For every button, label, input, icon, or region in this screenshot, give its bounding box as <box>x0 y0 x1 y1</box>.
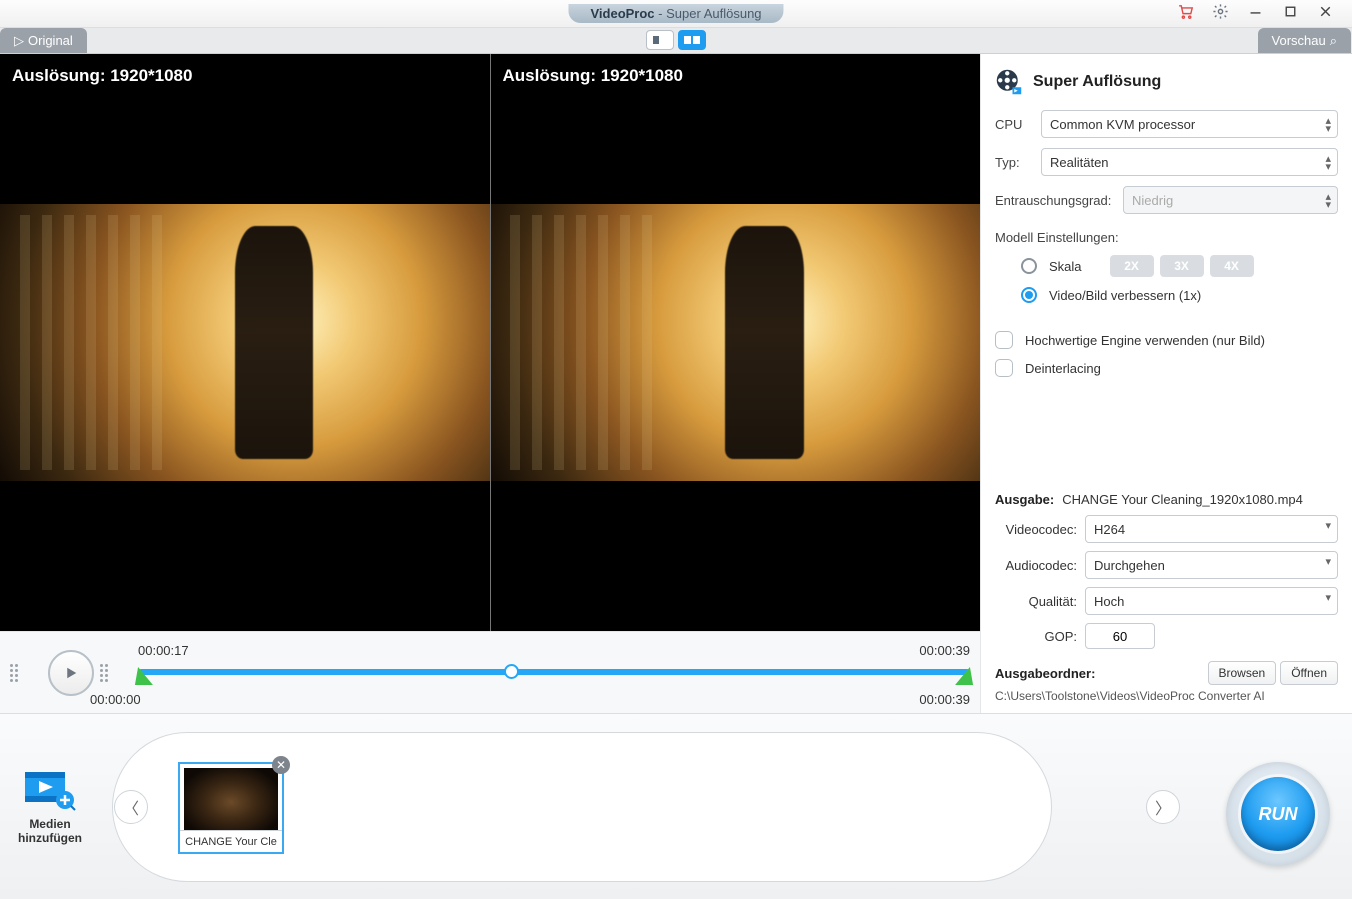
time-end: 00:00:39 <box>919 692 970 707</box>
enhance-label: Video/Bild verbessern (1x) <box>1049 288 1201 303</box>
deinterlace-row[interactable]: Deinterlacing <box>995 359 1338 377</box>
preview-area: Auslösung: 1920*1080 Auslösung: 1920*108… <box>0 54 980 713</box>
acodec-select[interactable]: Durchgehen▾ <box>1085 551 1338 579</box>
quality-label: Qualität: <box>995 594 1077 609</box>
tab-preview[interactable]: Vorschau ⌕ <box>1258 28 1351 53</box>
chevron-down-icon: ▾ <box>1325 558 1331 566</box>
media-strip: Medienhinzufügen 〈 ✕ CHANGE Your Cle 〉 R… <box>0 713 1352 899</box>
timeline[interactable]: 00:00:1700:00:39 00:00:0000:00:39 <box>138 643 970 703</box>
add-media-label: Medienhinzufügen <box>18 818 82 846</box>
chevron-updown-icon: ▴▾ <box>1325 155 1331 171</box>
window-subtitle: - Super Auflösung <box>658 6 761 21</box>
checkbox-hq-engine[interactable] <box>995 331 1013 349</box>
main-area: Auslösung: 1920*1080 Auslösung: 1920*108… <box>0 54 1352 713</box>
folder-label: Ausgabeordner: <box>995 666 1095 681</box>
resolution-label-left: Auslösung: 1920*1080 <box>12 66 192 86</box>
tab-preview-label: Vorschau <box>1272 33 1326 48</box>
tab-original[interactable]: ▷ Original <box>0 28 87 53</box>
chevron-updown-icon: ▴▾ <box>1325 193 1331 209</box>
minimize-button[interactable] <box>1247 3 1264 25</box>
radio-enhance[interactable] <box>1021 287 1037 303</box>
radio-scale-row[interactable]: Skala 2X 3X 4X <box>1021 255 1338 277</box>
maximize-button[interactable] <box>1282 3 1299 25</box>
window-title: VideoProc - Super Auflösung <box>568 4 783 23</box>
time-current: 00:00:17 <box>138 643 189 658</box>
type-select[interactable]: Realitäten▴▾ <box>1041 148 1338 176</box>
output-filename: CHANGE Your Cleaning_1920x1080.mp4 <box>1062 492 1303 507</box>
output-folder-path: C:\Users\Toolstone\Videos\VideoProc Conv… <box>995 689 1338 703</box>
video-split: Auslösung: 1920*1080 Auslösung: 1920*108… <box>0 54 980 631</box>
video-frame-left <box>0 204 490 481</box>
vcodec-select[interactable]: H264▾ <box>1085 515 1338 543</box>
tab-row: ▷ Original Vorschau ⌕ <box>0 28 1352 54</box>
tab-original-label: Original <box>28 33 73 48</box>
preview-pane-right: Auslösung: 1920*1080 <box>490 54 981 631</box>
resolution-label-right: Auslösung: 1920*1080 <box>503 66 683 86</box>
playhead[interactable] <box>504 664 519 679</box>
add-media-icon <box>23 768 77 812</box>
model-settings-label: Modell Einstellungen: <box>995 230 1338 245</box>
view-split-button[interactable] <box>678 30 706 50</box>
carousel-prev-button[interactable]: 〈 <box>114 790 148 824</box>
thumbnail-caption: CHANGE Your Cle <box>180 830 282 852</box>
app-name: VideoProc <box>590 6 654 21</box>
gear-icon[interactable] <box>1212 3 1229 25</box>
chevron-down-icon: ▾ <box>1325 522 1331 530</box>
browse-button[interactable]: Browsen <box>1208 661 1277 685</box>
deinterlace-label: Deinterlacing <box>1025 361 1101 376</box>
view-single-button[interactable] <box>646 30 674 50</box>
output-head: Ausgabe: <box>995 492 1054 507</box>
time-start: 00:00:00 <box>90 692 141 707</box>
quality-select[interactable]: Hoch▾ <box>1085 587 1338 615</box>
type-label: Typ: <box>995 155 1031 170</box>
add-media-button[interactable]: Medienhinzufügen <box>18 768 82 846</box>
view-toggle-group <box>646 30 706 50</box>
thumbnail-remove-button[interactable]: ✕ <box>272 756 290 774</box>
media-thumbnail[interactable]: ✕ CHANGE Your Cle <box>178 762 284 854</box>
checkbox-deinterlace[interactable] <box>995 359 1013 377</box>
close-button[interactable] <box>1317 3 1334 25</box>
cart-icon[interactable] <box>1177 3 1194 25</box>
run-label: RUN <box>1241 777 1315 851</box>
vcodec-label: Videocodec: <box>995 522 1077 537</box>
drag-handle-left[interactable] <box>10 664 22 682</box>
video-frame-right <box>491 204 981 481</box>
player-bar: 00:00:17 00:00:39 00:00:00 00:00:39 <box>0 631 980 713</box>
run-button[interactable]: RUN <box>1226 762 1330 866</box>
scale-3x-button[interactable]: 3X <box>1160 255 1204 277</box>
carousel-next-button[interactable]: 〉 <box>1146 790 1180 824</box>
radio-enhance-row[interactable]: Video/Bild verbessern (1x) <box>1021 287 1338 303</box>
drag-handle-right[interactable] <box>100 664 112 682</box>
chevron-down-icon: ▾ <box>1325 594 1331 602</box>
cpu-label: CPU <box>995 117 1031 132</box>
play-outline-icon: ▷ <box>14 33 24 49</box>
settings-panel: Super Auflösung CPU Common KVM processor… <box>980 54 1352 713</box>
acodec-label: Audiocodec: <box>995 558 1077 573</box>
thumbnail-image <box>184 768 278 830</box>
denoise-label: Entrauschungsgrad: <box>995 193 1113 208</box>
scale-label: Skala <box>1049 259 1082 274</box>
film-reel-icon <box>995 68 1023 96</box>
titlebar: VideoProc - Super Auflösung <box>0 0 1352 28</box>
timeline-track[interactable] <box>138 669 970 675</box>
scale-4x-button[interactable]: 4X <box>1210 255 1254 277</box>
chevron-updown-icon: ▴▾ <box>1325 117 1331 133</box>
scale-2x-button[interactable]: 2X <box>1110 255 1154 277</box>
hq-engine-label: Hochwertige Engine verwenden (nur Bild) <box>1025 333 1265 348</box>
time-duration: 00:00:39 <box>919 643 970 658</box>
preview-pane-left: Auslösung: 1920*1080 <box>0 54 490 631</box>
hq-engine-row[interactable]: Hochwertige Engine verwenden (nur Bild) <box>995 331 1338 349</box>
play-button[interactable] <box>48 650 94 696</box>
gop-label: GOP: <box>995 629 1077 644</box>
cpu-select[interactable]: Common KVM processor▴▾ <box>1041 110 1338 138</box>
open-button[interactable]: Öffnen <box>1280 661 1338 685</box>
gop-input[interactable] <box>1085 623 1155 649</box>
panel-title: Super Auflösung <box>995 68 1338 96</box>
denoise-select: Niedrig▴▾ <box>1123 186 1338 214</box>
radio-scale[interactable] <box>1021 258 1037 274</box>
magnify-icon: ⌕ <box>1330 33 1337 49</box>
